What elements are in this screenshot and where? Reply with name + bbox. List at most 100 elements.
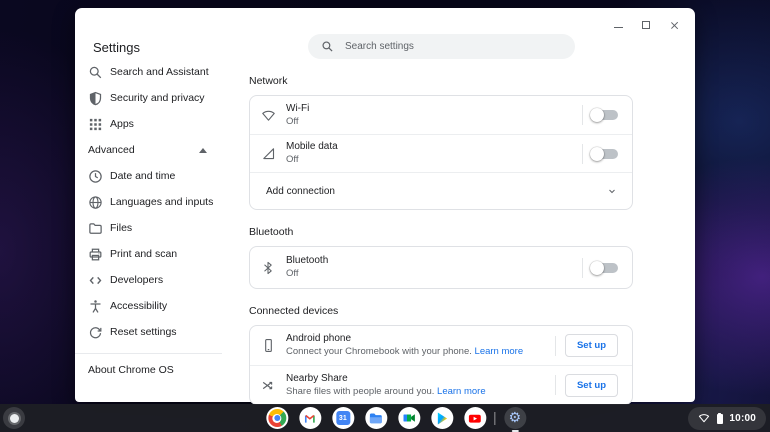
globe-icon xyxy=(88,195,103,210)
nearby-share-title: Nearby Share xyxy=(286,372,348,384)
bluetooth-title: Bluetooth xyxy=(286,255,329,266)
sidebar-item-files[interactable]: Files xyxy=(75,215,240,241)
shelf-app-youtube[interactable] xyxy=(458,404,491,432)
sidebar-advanced-toggle[interactable]: Advanced xyxy=(75,137,240,163)
mobile-data-status: Off xyxy=(286,154,299,165)
sidebar-item-about-chrome-os[interactable]: About Chrome OS xyxy=(75,356,240,384)
connected-devices-heading: Connected devices xyxy=(249,305,339,317)
wifi-off-icon xyxy=(698,412,710,424)
search-placeholder: Search settings xyxy=(345,41,414,52)
accessibility-icon xyxy=(88,299,103,314)
system-tray[interactable]: 10:00 xyxy=(688,406,766,430)
sidebar-item-reset-settings[interactable]: Reset settings xyxy=(75,319,240,345)
row-divider xyxy=(582,105,583,125)
connected-devices-card: Android phone Connect your Chromebook wi… xyxy=(249,325,633,405)
smartphone-icon xyxy=(250,338,286,353)
clock-time: 10:00 xyxy=(729,412,756,424)
nearby-share-set-up-button[interactable]: Set up xyxy=(564,373,618,397)
add-connection-row[interactable]: Add connection xyxy=(250,172,632,209)
android-phone-learn-more-link[interactable]: Learn more xyxy=(475,346,524,357)
network-heading: Network xyxy=(249,75,288,87)
bluetooth-row[interactable]: Bluetooth Off xyxy=(250,247,632,288)
bluetooth-status: Off xyxy=(286,268,299,279)
minimize-button[interactable] xyxy=(611,18,625,32)
sidebar-item-developers[interactable]: Developers xyxy=(75,267,240,293)
close-icon xyxy=(670,21,679,30)
clock-icon xyxy=(88,169,103,184)
bluetooth-heading: Bluetooth xyxy=(249,226,294,238)
shelf: 31 ⚙ 10:00 xyxy=(0,404,770,432)
sidebar-item-print-scan[interactable]: Print and scan xyxy=(75,241,240,267)
sidebar-divider xyxy=(75,353,222,354)
android-phone-row[interactable]: Android phone Connect your Chromebook wi… xyxy=(250,326,632,365)
mobile-data-toggle[interactable] xyxy=(590,146,618,161)
code-icon xyxy=(88,273,103,288)
gear-icon: ⚙ xyxy=(508,410,522,426)
nearby-share-learn-more-link[interactable]: Learn more xyxy=(437,386,486,397)
wifi-title: Wi-Fi xyxy=(286,102,310,114)
calendar-icon: 31 xyxy=(335,411,350,425)
maximize-icon xyxy=(642,21,650,29)
window-controls xyxy=(611,18,681,32)
shelf-app-settings[interactable]: ⚙ xyxy=(498,404,531,432)
maximize-button[interactable] xyxy=(639,18,653,32)
shelf-app-play-store[interactable] xyxy=(425,404,458,432)
sidebar-item-date-time[interactable]: Date and time xyxy=(75,163,240,189)
launcher-button[interactable] xyxy=(3,407,25,429)
gmail-icon xyxy=(304,414,315,423)
shield-icon xyxy=(88,91,103,106)
search-icon xyxy=(321,40,334,53)
shelf-app-files[interactable] xyxy=(359,404,392,432)
row-divider xyxy=(582,143,583,164)
close-button[interactable] xyxy=(667,18,681,32)
nearby-share-description: Share files with people around you. xyxy=(286,385,435,397)
bluetooth-icon xyxy=(250,261,286,275)
minimize-icon xyxy=(613,26,623,29)
sidebar: Settings Search and Assistant Security a… xyxy=(75,8,240,402)
youtube-icon xyxy=(468,414,481,423)
page-title: Settings xyxy=(93,40,140,55)
wifi-icon xyxy=(250,108,286,123)
cellular-icon xyxy=(250,146,286,161)
sidebar-item-languages-inputs[interactable]: Languages and inputs xyxy=(75,189,240,215)
android-phone-set-up-button[interactable]: Set up xyxy=(564,334,618,357)
settings-window: Settings Search and Assistant Security a… xyxy=(75,8,695,405)
shelf-app-gmail[interactable] xyxy=(293,404,326,432)
battery-icon xyxy=(716,412,723,424)
row-divider xyxy=(554,335,556,356)
search-input[interactable]: Search settings xyxy=(308,34,575,59)
chrome-icon xyxy=(267,409,286,427)
row-divider xyxy=(582,257,583,278)
android-phone-description: Connect your Chromebook with your phone. xyxy=(286,346,472,357)
bluetooth-toggle[interactable] xyxy=(590,260,618,275)
nearby-share-row[interactable]: Nearby Share Share files with people aro… xyxy=(250,365,632,404)
add-connection-label: Add connection xyxy=(266,185,335,197)
shelf-apps: 31 ⚙ xyxy=(260,404,531,432)
settings-content: Search settings Network Wi-Fi Off Mobile… xyxy=(240,8,695,405)
shelf-app-calendar[interactable]: 31 xyxy=(326,404,359,432)
wifi-status: Off xyxy=(286,115,299,127)
folder-icon xyxy=(88,221,103,236)
wifi-toggle[interactable] xyxy=(590,108,618,122)
printer-icon xyxy=(88,247,103,262)
sidebar-item-accessibility[interactable]: Accessibility xyxy=(75,293,240,319)
row-divider xyxy=(554,375,556,395)
wifi-row[interactable]: Wi-Fi Off xyxy=(250,96,632,134)
mobile-data-title: Mobile data xyxy=(286,141,338,152)
bluetooth-card: Bluetooth Off xyxy=(249,246,633,289)
sidebar-item-security-privacy[interactable]: Security and privacy xyxy=(75,85,240,111)
sidebar-item-apps[interactable]: Apps xyxy=(75,111,240,137)
network-card: Wi-Fi Off Mobile data Off Add connection xyxy=(249,95,633,210)
shelf-app-meet[interactable] xyxy=(392,404,425,432)
chevron-down-icon xyxy=(606,185,618,197)
meet-icon xyxy=(403,414,415,422)
apps-grid-icon xyxy=(88,117,103,132)
shelf-app-chrome[interactable] xyxy=(260,404,293,432)
mobile-data-row[interactable]: Mobile data Off xyxy=(250,134,632,172)
play-store-icon xyxy=(437,412,447,424)
sidebar-item-search-assistant[interactable]: Search and Assistant xyxy=(75,59,240,85)
files-icon xyxy=(369,413,382,423)
android-phone-title: Android phone xyxy=(286,333,352,344)
search-icon xyxy=(88,65,103,80)
nearby-share-icon xyxy=(250,378,286,393)
